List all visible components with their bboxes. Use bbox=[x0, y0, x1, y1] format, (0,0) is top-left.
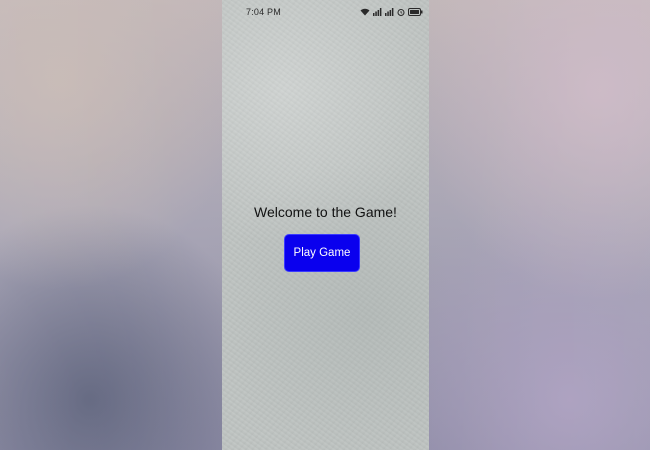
phone-screen: 7:04 PM Welcome to the Game! Play Game bbox=[222, 0, 429, 450]
play-game-button[interactable]: Play Game bbox=[284, 234, 360, 272]
welcome-heading: Welcome to the Game! bbox=[254, 204, 397, 220]
game-welcome-screen: Welcome to the Game! Play Game bbox=[222, 0, 429, 450]
